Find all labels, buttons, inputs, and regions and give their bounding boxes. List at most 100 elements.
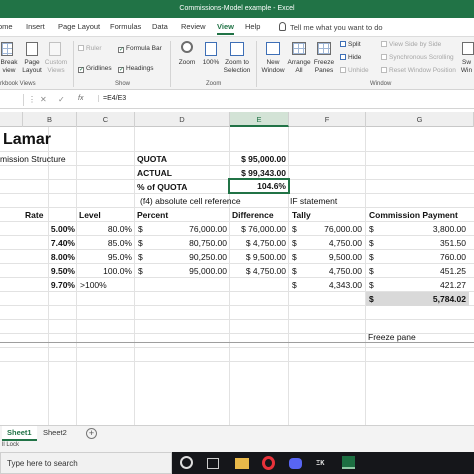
name-box[interactable]	[0, 94, 24, 106]
difference-cell[interactable]: $ 4,750.00	[230, 264, 286, 278]
name-box-dropdown-icon[interactable]: ⋮	[28, 95, 36, 104]
reset-window-position-button[interactable]: Reset Window Position	[381, 67, 456, 74]
synchronous-scrolling-button[interactable]: Synchronous Scrolling	[381, 54, 454, 61]
column-header-b[interactable]: B	[23, 112, 77, 127]
tab-formulas[interactable]: Formulas	[110, 22, 141, 31]
tally-cell[interactable]: 4,343.00	[300, 278, 362, 292]
header-commission-payment[interactable]: Commission Payment	[369, 208, 458, 222]
rate-cell[interactable]: 7.40%	[24, 236, 75, 250]
payment-cell[interactable]: 351.50	[380, 236, 466, 250]
insert-function-icon[interactable]: fx	[78, 95, 83, 102]
unhide-button[interactable]: Unhide	[340, 67, 369, 74]
payment-cell[interactable]: 451.25	[380, 264, 466, 278]
group-window: Window	[370, 81, 392, 87]
percent-cell[interactable]: 95,000.00	[148, 264, 227, 278]
pct-quota-value-active-cell[interactable]: 104.6%	[228, 178, 290, 194]
status-bar: ll Lock	[0, 441, 474, 452]
level-cell[interactable]: 80.0%	[78, 222, 132, 236]
absolute-reference-note[interactable]: (f4) absolute cell reference	[140, 194, 241, 208]
payment-cell[interactable]: 3,800.00	[380, 222, 466, 236]
gridlines-checkbox[interactable]: ✓ Gridlines	[78, 65, 112, 73]
ruler-checkbox[interactable]: Ruler	[78, 45, 102, 52]
rate-cell[interactable]: 5.00%	[24, 222, 75, 236]
percent-cell[interactable]: 76,000.00	[148, 222, 227, 236]
tab-help[interactable]: Help	[245, 22, 260, 31]
header-rate[interactable]: Rate	[25, 208, 43, 222]
quota-label[interactable]: QUOTA	[137, 152, 167, 166]
column-header-c[interactable]: C	[77, 112, 135, 127]
tally-cell[interactable]: 4,750.00	[300, 264, 362, 278]
column-header-e[interactable]: E	[230, 112, 289, 127]
level-cell[interactable]: 100.0%	[78, 264, 132, 278]
custom-views-button[interactable]: Custom Views	[44, 59, 68, 75]
tab-home[interactable]: ome	[0, 22, 13, 31]
difference-cell[interactable]: $ 76,000.00	[230, 222, 286, 236]
quota-value[interactable]: $ 95,000.00	[230, 152, 286, 166]
structure-label[interactable]: mission Structure	[0, 152, 66, 166]
header-percent[interactable]: Percent	[137, 208, 168, 222]
file-explorer-icon[interactable]	[235, 458, 249, 469]
sheet-tab-sheet1[interactable]: Sheet1	[2, 426, 37, 441]
if-statement-note[interactable]: IF statement	[290, 194, 337, 208]
app-icon[interactable]: ΞK	[316, 459, 332, 474]
zoom-button[interactable]: Zoom	[174, 59, 200, 67]
level-cell[interactable]: 85.0%	[78, 236, 132, 250]
enter-icon[interactable]: ✓	[58, 95, 65, 104]
header-difference[interactable]: Difference	[232, 208, 274, 222]
tab-data[interactable]: Data	[152, 22, 168, 31]
tell-me-search[interactable]: Tell me what you want to do	[279, 22, 383, 32]
taskbar-search-box[interactable]: Type here to search	[0, 452, 172, 474]
column-header-d[interactable]: D	[135, 112, 230, 127]
select-all-corner[interactable]	[0, 112, 23, 127]
tab-view[interactable]: View	[217, 22, 234, 35]
difference-cell[interactable]: $ 9,500.00	[230, 250, 286, 264]
percent-cell[interactable]: 80,750.00	[148, 236, 227, 250]
view-side-by-side-button[interactable]: View Side by Side	[381, 41, 441, 48]
formula-bar-checkbox[interactable]: ✓ Formula Bar	[118, 45, 162, 53]
page-break-preview-button[interactable]: Break view	[0, 59, 20, 75]
total-payment[interactable]: 5,784.02	[380, 292, 466, 306]
sheet-tab-sheet2[interactable]: Sheet2	[38, 426, 72, 441]
level-cell[interactable]: >100%	[80, 278, 107, 292]
tab-review[interactable]: Review	[181, 22, 206, 31]
sheet-title[interactable]: Lamar	[3, 129, 51, 151]
formula-input[interactable]: =E4/E3	[98, 95, 126, 102]
zoom-to-selection-button[interactable]: Zoom to Selection	[222, 59, 252, 75]
worksheet-grid[interactable]: Lamar mission Structure QUOTA $ 95,000.0…	[0, 127, 474, 425]
tally-cell[interactable]: 9,500.00	[300, 250, 362, 264]
actual-label[interactable]: ACTUAL	[137, 166, 172, 180]
add-sheet-icon[interactable]: +	[86, 428, 97, 439]
pct-quota-label[interactable]: % of QUOTA	[137, 180, 187, 194]
hide-button[interactable]: Hide	[340, 54, 361, 61]
page-layout-button[interactable]: Page Layout	[21, 59, 43, 75]
opera-icon[interactable]	[262, 456, 275, 470]
header-level[interactable]: Level	[79, 208, 101, 222]
tally-cell[interactable]: 4,750.00	[300, 236, 362, 250]
switch-windows-button[interactable]: Sw Win	[459, 59, 474, 75]
tally-cell[interactable]: 76,000.00	[300, 222, 362, 236]
tab-insert[interactable]: Insert	[26, 22, 45, 31]
column-header-g[interactable]: G	[366, 112, 474, 127]
actual-value[interactable]: $ 99,343.00	[230, 166, 286, 180]
rate-cell[interactable]: 9.70%	[24, 278, 75, 292]
rate-cell[interactable]: 9.50%	[24, 264, 75, 278]
cortana-icon[interactable]	[180, 456, 193, 469]
percent-cell[interactable]: 90,250.00	[148, 250, 227, 264]
task-view-icon[interactable]	[207, 458, 219, 469]
headings-checkbox[interactable]: ✓ Headings	[118, 65, 153, 73]
cancel-icon[interactable]: ✕	[40, 95, 47, 104]
tab-page-layout[interactable]: Page Layout	[58, 22, 100, 31]
payment-cell[interactable]: 421.27	[380, 278, 466, 292]
payment-cell[interactable]: 760.00	[380, 250, 466, 264]
split-button[interactable]: Split	[340, 41, 361, 48]
level-cell[interactable]: 95.0%	[78, 250, 132, 264]
lightbulb-icon	[279, 22, 286, 31]
zoom-100-button[interactable]: 100%	[198, 59, 224, 67]
column-header-f[interactable]: F	[289, 112, 366, 127]
header-tally[interactable]: Tally	[292, 208, 311, 222]
rate-cell[interactable]: 8.00%	[24, 250, 75, 264]
discord-icon[interactable]	[289, 458, 302, 469]
excel-icon[interactable]	[342, 456, 355, 469]
difference-cell[interactable]: $ 4,750.00	[230, 236, 286, 250]
freeze-panes-button[interactable]: Freeze Panes	[309, 59, 339, 75]
